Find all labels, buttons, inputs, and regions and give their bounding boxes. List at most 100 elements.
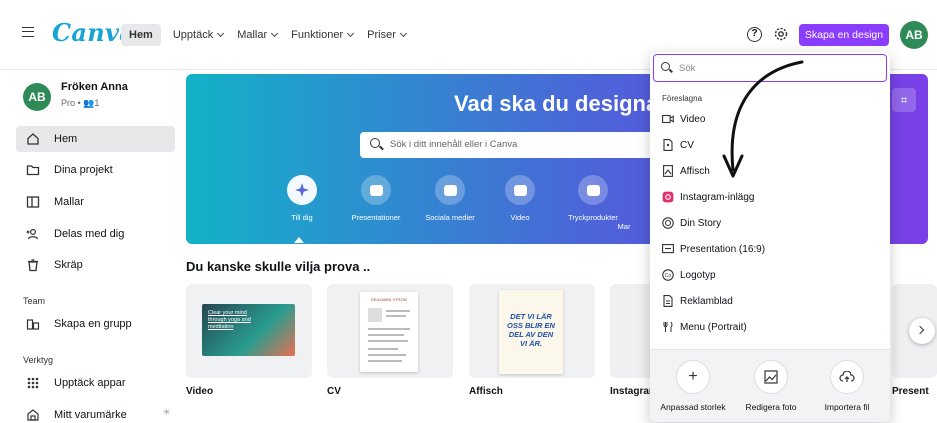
gear-icon[interactable] xyxy=(773,26,789,42)
video-thumbnail: Clear your mind through yoga and meditat… xyxy=(202,304,295,356)
footer-label: Importera fil xyxy=(824,402,870,412)
nav-label: Priser xyxy=(367,29,396,41)
printer-icon xyxy=(578,175,608,205)
search-icon xyxy=(661,62,670,71)
hero-search-input[interactable]: Sök i ditt innehåll eller i Canva xyxy=(360,132,660,158)
thumbnail-text: Clear your mind through yoga and meditat… xyxy=(208,310,251,330)
trash-icon xyxy=(26,258,40,272)
suggestion-card-cv[interactable]: BENJAMIN STRÖM xyxy=(327,284,453,378)
team-heading: Team xyxy=(23,296,46,306)
annotation-arrow-icon xyxy=(722,60,804,178)
presentation-icon xyxy=(662,243,674,255)
category-mar[interactable]: Mar xyxy=(594,214,654,231)
main-nav: Hem Upptäck Mallar Funktioner Priser xyxy=(121,24,420,46)
custom-size-button[interactable]: + Anpassad storlek xyxy=(658,360,728,412)
brand-icon xyxy=(26,408,40,422)
user-name[interactable]: Fröken Anna xyxy=(61,81,128,93)
sidebar-item-skrap[interactable]: Skräp xyxy=(16,252,175,278)
chevron-down-icon xyxy=(347,29,355,38)
category-label: Till dig xyxy=(291,213,313,222)
import-file-button[interactable]: Importera fil xyxy=(812,360,882,412)
edit-photo-button[interactable]: Redigera foto xyxy=(736,360,806,412)
dropdown-item-label: Din Story xyxy=(680,217,722,229)
flyer-icon xyxy=(662,295,674,307)
hamburger-menu-icon[interactable] xyxy=(22,27,34,37)
nav-label: Upptäck xyxy=(172,29,214,41)
apps-grid-icon xyxy=(26,376,40,390)
sidebar-item-mallar[interactable]: Mallar xyxy=(16,189,175,215)
dropdown-item-label: Instagram-inlägg xyxy=(680,191,755,203)
templates-icon xyxy=(26,195,40,209)
star-icon[interactable]: ✳ xyxy=(163,407,171,418)
nav-item-priser[interactable]: Priser xyxy=(367,24,407,46)
nav-item-hem[interactable]: Hem xyxy=(121,24,161,46)
heart-chat-icon xyxy=(435,175,465,205)
hero-title: Vad ska du designa? xyxy=(454,91,672,116)
selected-category-indicator xyxy=(294,237,304,243)
tools-heading: Verktyg xyxy=(23,355,54,365)
category-video[interactable]: Video xyxy=(480,175,560,222)
user-plan: Pro • 👥1 xyxy=(61,98,100,108)
dropdown-item-instagram[interactable]: Instagram-inlägg xyxy=(662,187,882,207)
user-avatar[interactable]: AB xyxy=(23,83,51,111)
document-icon xyxy=(662,139,674,151)
folder-icon xyxy=(26,163,40,177)
suggestions-title: Du kanske skulle vilja prova .. xyxy=(186,259,371,274)
sidebar-item-delas-med-dig[interactable]: Delas med dig xyxy=(16,221,175,247)
crop-icon[interactable]: ⌗ xyxy=(892,88,916,112)
sidebar-item-dina-projekt[interactable]: Dina projekt xyxy=(16,157,175,183)
sidebar-item-mitt-varumarke[interactable]: Mitt varumärke xyxy=(16,402,175,423)
shared-users-icon xyxy=(26,227,40,241)
suggestion-card-video[interactable]: Clear your mind through yoga and meditat… xyxy=(186,284,312,378)
category-label: Video xyxy=(510,213,530,222)
chevron-down-icon xyxy=(271,29,279,38)
sidebar-item-hem[interactable]: Hem xyxy=(16,126,175,152)
suggested-heading: Föreslagna xyxy=(662,94,703,103)
dropdown-item-logotyp[interactable]: Co Logotyp xyxy=(662,265,882,285)
sidebar-item-label: Delas med dig xyxy=(54,228,125,240)
category-presentationer[interactable]: Presentationer xyxy=(336,175,416,222)
sidebar-item-label: Skräp xyxy=(54,259,83,271)
dropdown-footer: + Anpassad storlek Redigera foto Importe… xyxy=(650,349,890,422)
dropdown-item-label: CV xyxy=(680,139,694,151)
chevron-down-icon xyxy=(399,29,407,38)
video-icon xyxy=(662,113,674,125)
cv-name: BENJAMIN STRÖM xyxy=(371,297,407,302)
team-building-icon xyxy=(26,317,40,331)
nav-item-funktioner[interactable]: Funktioner xyxy=(291,24,355,46)
menu-cutlery-icon xyxy=(662,321,674,333)
suggestion-label[interactable]: Video xyxy=(186,386,213,397)
dropdown-item-reklamblad[interactable]: Reklamblad xyxy=(662,291,882,311)
suggestion-label[interactable]: Affisch xyxy=(469,386,503,397)
category-label: Sociala medier xyxy=(425,213,475,222)
chevron-right-icon xyxy=(915,325,925,335)
nav-item-mallar[interactable]: Mallar xyxy=(237,24,279,46)
sidebar-item-skapa-en-grupp[interactable]: Skapa en grupp xyxy=(16,311,175,337)
sidebar-item-label: Dina projekt xyxy=(54,164,113,176)
dropdown-item-menu-portrait[interactable]: Menu (Portrait) xyxy=(662,317,882,337)
suggestion-label[interactable]: Present xyxy=(892,386,929,397)
help-icon[interactable]: ? xyxy=(747,27,762,42)
dropdown-item-label: Presentation (16:9) xyxy=(680,243,766,255)
story-icon xyxy=(662,217,674,229)
nav-label: Hem xyxy=(129,29,153,41)
suggestion-card-affisch[interactable]: DET VI LÄR OSS BLIR EN DEL AV DEN VI ÄR. xyxy=(469,284,595,378)
sidebar: AB Fröken Anna Pro • 👥1 Hem Dina projekt… xyxy=(0,70,186,423)
upload-cloud-icon xyxy=(830,360,864,394)
nav-label: Funktioner xyxy=(291,29,344,41)
dropdown-item-din-story[interactable]: Din Story xyxy=(662,213,882,233)
suggestion-label[interactable]: CV xyxy=(327,386,341,397)
nav-item-upptack[interactable]: Upptäck xyxy=(172,24,225,46)
category-till-dig[interactable]: Till dig xyxy=(262,175,342,222)
sidebar-item-upptack-appar[interactable]: Upptäck appar xyxy=(16,370,175,396)
dropdown-item-presentation[interactable]: Presentation (16:9) xyxy=(662,239,882,259)
account-avatar[interactable]: AB xyxy=(900,21,928,49)
category-sociala-medier[interactable]: Sociala medier xyxy=(410,175,490,222)
plus-icon: + xyxy=(676,360,710,394)
create-design-button[interactable]: Skapa en design xyxy=(799,24,889,46)
dropdown-item-label: Logotyp xyxy=(680,269,716,281)
search-placeholder: Sök xyxy=(679,63,696,74)
carousel-next-button[interactable] xyxy=(909,318,935,344)
category-label: Presentationer xyxy=(351,213,401,222)
edit-photo-icon xyxy=(754,360,788,394)
